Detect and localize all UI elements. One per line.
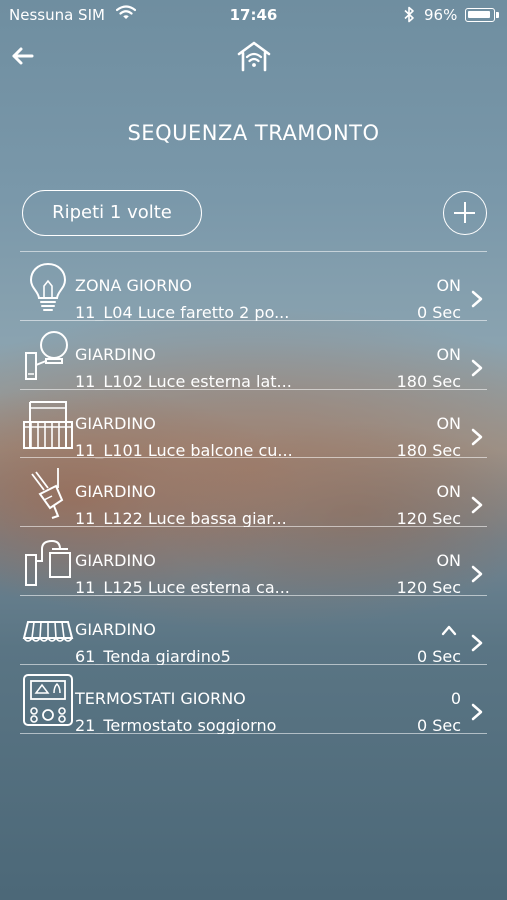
delay-value: 0 Sec bbox=[416, 646, 461, 666]
thermostat-icon bbox=[23, 673, 73, 726]
device-label: 21_Termostato soggiorno bbox=[75, 717, 277, 734]
state-value: ON bbox=[436, 551, 461, 571]
device-label: 61_Tenda giardino5 bbox=[75, 648, 231, 665]
chevron-right-icon[interactable] bbox=[471, 565, 483, 583]
chevron-right-icon[interactable] bbox=[471, 359, 483, 377]
list-item[interactable]: GIARDINO 11_L125 Luce esterna ca... ON 1… bbox=[20, 527, 487, 596]
list-item[interactable]: TERMOSTATI GIORNO 21_Termostato soggiorn… bbox=[20, 665, 487, 734]
page-title: SEQUENZA TRAMONTO bbox=[127, 121, 380, 145]
chevron-right-icon[interactable] bbox=[471, 290, 483, 308]
chevron-right-icon[interactable] bbox=[471, 496, 483, 514]
home-wifi-icon bbox=[236, 40, 272, 76]
repeat-button[interactable]: Ripeti 1 volte bbox=[22, 190, 202, 236]
balcony-icon bbox=[23, 400, 73, 449]
device-label: 11_L125 Luce esterna ca... bbox=[75, 580, 290, 597]
device-label: 11_L101 Luce balcone cu... bbox=[75, 442, 293, 459]
state-value: 0 bbox=[450, 688, 461, 708]
plus-circle-icon[interactable] bbox=[443, 191, 487, 235]
zone-label: GIARDINO bbox=[75, 482, 156, 502]
state-value: ON bbox=[436, 344, 461, 364]
delay-value: 180 Sec bbox=[396, 371, 461, 391]
state-value: ON bbox=[436, 413, 461, 433]
arrow-up-icon bbox=[441, 625, 457, 636]
chevron-right-icon[interactable] bbox=[471, 428, 483, 446]
sequence-list: ZONA GIORNO 11_L04 Luce faretto 2 po... … bbox=[20, 252, 487, 734]
wall-lamp-lantern-icon bbox=[25, 540, 71, 587]
delay-value: 120 Sec bbox=[396, 509, 461, 529]
battery-icon bbox=[465, 8, 499, 22]
zone-label: GIARDINO bbox=[75, 344, 156, 364]
zone-label: GIARDINO bbox=[75, 551, 156, 571]
list-item[interactable]: GIARDINO 11_L102 Luce esterna lat... ON … bbox=[20, 321, 487, 390]
delay-value: 0 Sec bbox=[416, 303, 461, 322]
delay-value: 0 Sec bbox=[416, 715, 461, 735]
bluetooth-icon bbox=[403, 6, 415, 27]
spotlight-icon bbox=[31, 468, 64, 520]
list-item[interactable]: GIARDINO 61_Tenda giardino5 0 Sec bbox=[20, 596, 487, 665]
list-item[interactable]: ZONA GIORNO 11_L04 Luce faretto 2 po... … bbox=[20, 252, 487, 321]
device-label: 11_L102 Luce esterna lat... bbox=[75, 373, 292, 390]
state-value: ON bbox=[436, 482, 461, 502]
delay-value: 180 Sec bbox=[396, 440, 461, 460]
device-label: 11_L04 Luce faretto 2 po... bbox=[75, 305, 290, 321]
battery-percent: 96% bbox=[424, 6, 458, 24]
list-item[interactable]: GIARDINO 11_L101 Luce balcone cu... ON 1… bbox=[20, 390, 487, 459]
chevron-right-icon[interactable] bbox=[471, 703, 483, 721]
zone-label: TERMOSTATI GIORNO bbox=[75, 688, 246, 708]
device-label: 11_L122 Luce bassa giar... bbox=[75, 511, 287, 528]
bulb-icon bbox=[29, 262, 67, 311]
zone-label: ZONA GIORNO bbox=[75, 276, 192, 295]
awning-icon bbox=[22, 620, 74, 642]
list-item[interactable]: GIARDINO 11_L122 Luce bassa giar... ON 1… bbox=[20, 458, 487, 529]
delay-value: 120 Sec bbox=[396, 578, 461, 598]
zone-label: GIARDINO bbox=[75, 619, 156, 639]
state-value: ON bbox=[436, 276, 461, 295]
wall-lamp-globe-icon bbox=[25, 330, 68, 380]
back-arrow-icon[interactable] bbox=[10, 42, 40, 70]
zone-label: GIARDINO bbox=[75, 413, 156, 433]
chevron-right-icon[interactable] bbox=[471, 634, 483, 652]
status-bar: Nessuna SIM 17:46 96% bbox=[0, 0, 507, 32]
